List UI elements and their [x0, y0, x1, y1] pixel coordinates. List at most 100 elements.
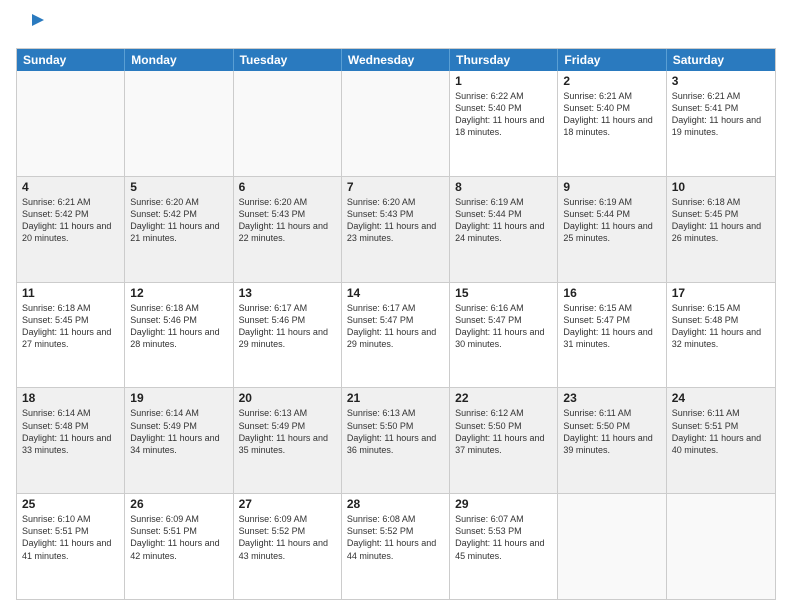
day-header-tuesday: Tuesday [234, 49, 342, 71]
day-header-sunday: Sunday [17, 49, 125, 71]
cell-date: 18 [22, 391, 119, 405]
cell-info: Sunrise: 6:20 AM Sunset: 5:42 PM Dayligh… [130, 196, 227, 245]
cell-date: 25 [22, 497, 119, 511]
cell-info: Sunrise: 6:12 AM Sunset: 5:50 PM Dayligh… [455, 407, 552, 456]
cell-info: Sunrise: 6:14 AM Sunset: 5:48 PM Dayligh… [22, 407, 119, 456]
day-cell-1: 1Sunrise: 6:22 AM Sunset: 5:40 PM Daylig… [450, 71, 558, 176]
cell-date: 11 [22, 286, 119, 300]
day-cell-18: 18 Sunrise: 6:14 AM Sunset: 5:48 PM Dayli… [17, 388, 125, 493]
cell-date: 29 [455, 497, 552, 511]
week-row-1: 1Sunrise: 6:22 AM Sunset: 5:40 PM Daylig… [17, 71, 775, 177]
day-cell-16: 16 Sunrise: 6:15 AM Sunset: 5:47 PM Dayli… [558, 283, 666, 388]
cell-info: Sunrise: 6:10 AM Sunset: 5:51 PM Dayligh… [22, 513, 119, 562]
cell-info: Sunrise: 6:08 AM Sunset: 5:52 PM Dayligh… [347, 513, 444, 562]
cell-date: 7 [347, 180, 444, 194]
empty-cell [234, 71, 342, 176]
week-row-5: 25 Sunrise: 6:10 AM Sunset: 5:51 PM Dayli… [17, 494, 775, 599]
cell-date: 12 [130, 286, 227, 300]
cell-info: Sunrise: 6:14 AM Sunset: 5:49 PM Dayligh… [130, 407, 227, 456]
cell-info: Sunrise: 6:20 AM Sunset: 5:43 PM Dayligh… [347, 196, 444, 245]
week-row-3: 11 Sunrise: 6:18 AM Sunset: 5:45 PM Dayli… [17, 283, 775, 389]
cell-date: 20 [239, 391, 336, 405]
cell-date: 2 [563, 74, 660, 88]
day-header-wednesday: Wednesday [342, 49, 450, 71]
cell-date: 4 [22, 180, 119, 194]
empty-cell [558, 494, 666, 599]
day-header-saturday: Saturday [667, 49, 775, 71]
day-cell-27: 27 Sunrise: 6:09 AM Sunset: 5:52 PM Dayli… [234, 494, 342, 599]
calendar-grid: 1Sunrise: 6:22 AM Sunset: 5:40 PM Daylig… [17, 71, 775, 599]
cell-info: Sunrise: 6:11 AM Sunset: 5:51 PM Dayligh… [672, 407, 770, 456]
cell-date: 27 [239, 497, 336, 511]
cell-info: Sunrise: 6:15 AM Sunset: 5:48 PM Dayligh… [672, 302, 770, 351]
day-cell-10: 10 Sunrise: 6:18 AM Sunset: 5:45 PM Dayli… [667, 177, 775, 282]
cell-date: 21 [347, 391, 444, 405]
day-cell-11: 11 Sunrise: 6:18 AM Sunset: 5:45 PM Dayli… [17, 283, 125, 388]
cell-info: Sunrise: 6:20 AM Sunset: 5:43 PM Dayligh… [239, 196, 336, 245]
cell-date: 16 [563, 286, 660, 300]
day-cell-15: 15 Sunrise: 6:16 AM Sunset: 5:47 PM Dayli… [450, 283, 558, 388]
day-cell-3: 3 Sunrise: 6:21 AM Sunset: 5:41 PM Daylig… [667, 71, 775, 176]
day-cell-4: 4 Sunrise: 6:21 AM Sunset: 5:42 PM Daylig… [17, 177, 125, 282]
week-row-2: 4 Sunrise: 6:21 AM Sunset: 5:42 PM Daylig… [17, 177, 775, 283]
day-header-monday: Monday [125, 49, 233, 71]
cell-info: Sunrise: 6:11 AM Sunset: 5:50 PM Dayligh… [563, 407, 660, 456]
cell-info: Sunrise: 6:18 AM Sunset: 5:45 PM Dayligh… [22, 302, 119, 351]
calendar: SundayMondayTuesdayWednesdayThursdayFrid… [16, 48, 776, 600]
cell-info: Sunrise: 6:18 AM Sunset: 5:45 PM Dayligh… [672, 196, 770, 245]
day-cell-14: 14 Sunrise: 6:17 AM Sunset: 5:47 PM Dayli… [342, 283, 450, 388]
cell-date: 3 [672, 74, 770, 88]
cell-date: 22 [455, 391, 552, 405]
cell-info: Sunrise: 6:21 AM Sunset: 5:42 PM Dayligh… [22, 196, 119, 245]
cell-info: Sunrise: 6:09 AM Sunset: 5:52 PM Dayligh… [239, 513, 336, 562]
logo [16, 12, 48, 40]
cell-date: 13 [239, 286, 336, 300]
day-cell-25: 25 Sunrise: 6:10 AM Sunset: 5:51 PM Dayli… [17, 494, 125, 599]
cell-info: Sunrise: 6:07 AM Sunset: 5:53 PM Dayligh… [455, 513, 552, 562]
day-cell-17: 17 Sunrise: 6:15 AM Sunset: 5:48 PM Dayli… [667, 283, 775, 388]
day-cell-28: 28 Sunrise: 6:08 AM Sunset: 5:52 PM Dayli… [342, 494, 450, 599]
cell-info: Sunrise: 6:15 AM Sunset: 5:47 PM Dayligh… [563, 302, 660, 351]
day-cell-26: 26Sunrise: 6:09 AM Sunset: 5:51 PM Dayli… [125, 494, 233, 599]
empty-cell [125, 71, 233, 176]
cell-date: 28 [347, 497, 444, 511]
day-header-thursday: Thursday [450, 49, 558, 71]
header [16, 12, 776, 40]
cell-date: 19 [130, 391, 227, 405]
day-cell-6: 6 Sunrise: 6:20 AM Sunset: 5:43 PM Daylig… [234, 177, 342, 282]
empty-cell [667, 494, 775, 599]
cell-date: 15 [455, 286, 552, 300]
cell-info: Sunrise: 6:17 AM Sunset: 5:46 PM Dayligh… [239, 302, 336, 351]
cell-info: Sunrise: 6:18 AM Sunset: 5:46 PM Dayligh… [130, 302, 227, 351]
day-cell-23: 23Sunrise: 6:11 AM Sunset: 5:50 PM Dayli… [558, 388, 666, 493]
cell-info: Sunrise: 6:13 AM Sunset: 5:50 PM Dayligh… [347, 407, 444, 456]
cell-date: 24 [672, 391, 770, 405]
cell-date: 9 [563, 180, 660, 194]
day-headers: SundayMondayTuesdayWednesdayThursdayFrid… [17, 49, 775, 71]
cell-date: 6 [239, 180, 336, 194]
week-row-4: 18 Sunrise: 6:14 AM Sunset: 5:48 PM Dayli… [17, 388, 775, 494]
cell-info: Sunrise: 6:16 AM Sunset: 5:47 PM Dayligh… [455, 302, 552, 351]
cell-info: Sunrise: 6:19 AM Sunset: 5:44 PM Dayligh… [563, 196, 660, 245]
day-cell-7: 7 Sunrise: 6:20 AM Sunset: 5:43 PM Daylig… [342, 177, 450, 282]
cell-date: 14 [347, 286, 444, 300]
cell-info: Sunrise: 6:19 AM Sunset: 5:44 PM Dayligh… [455, 196, 552, 245]
day-cell-21: 21 Sunrise: 6:13 AM Sunset: 5:50 PM Dayli… [342, 388, 450, 493]
empty-cell [17, 71, 125, 176]
cell-date: 8 [455, 180, 552, 194]
cell-date: 17 [672, 286, 770, 300]
day-cell-12: 12 Sunrise: 6:18 AM Sunset: 5:46 PM Dayli… [125, 283, 233, 388]
cell-date: 10 [672, 180, 770, 194]
cell-date: 26 [130, 497, 227, 511]
cell-info: Sunrise: 6:13 AM Sunset: 5:49 PM Dayligh… [239, 407, 336, 456]
empty-cell [342, 71, 450, 176]
day-cell-2: 2Sunrise: 6:21 AM Sunset: 5:40 PM Daylig… [558, 71, 666, 176]
cell-info: Sunrise: 6:17 AM Sunset: 5:47 PM Dayligh… [347, 302, 444, 351]
day-cell-8: 8 Sunrise: 6:19 AM Sunset: 5:44 PM Daylig… [450, 177, 558, 282]
cell-date: 5 [130, 180, 227, 194]
day-cell-13: 13 Sunrise: 6:17 AM Sunset: 5:46 PM Dayli… [234, 283, 342, 388]
cell-info: Sunrise: 6:22 AM Sunset: 5:40 PM Dayligh… [455, 90, 552, 139]
day-cell-20: 20 Sunrise: 6:13 AM Sunset: 5:49 PM Dayli… [234, 388, 342, 493]
day-cell-22: 22 Sunrise: 6:12 AM Sunset: 5:50 PM Dayli… [450, 388, 558, 493]
cell-info: Sunrise: 6:21 AM Sunset: 5:41 PM Dayligh… [672, 90, 770, 139]
